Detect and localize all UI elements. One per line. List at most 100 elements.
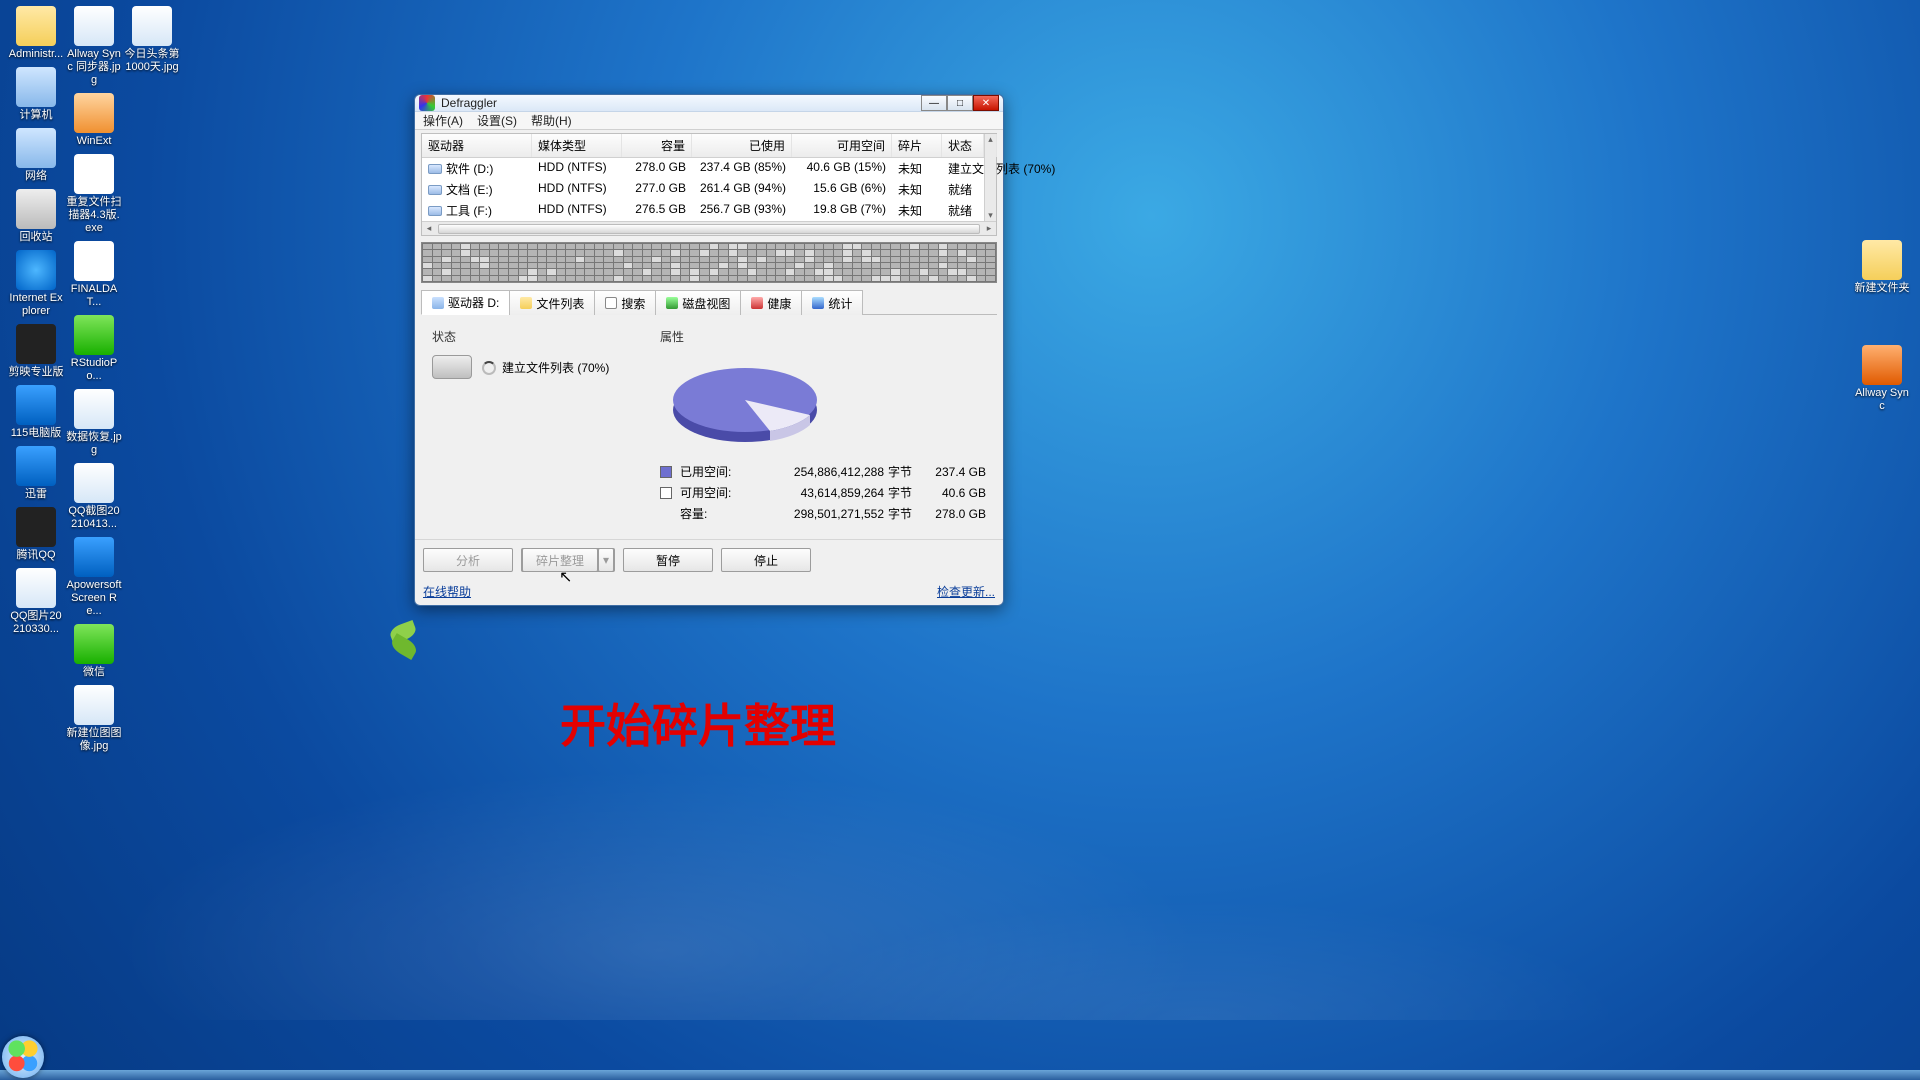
menu-settings[interactable]: 设置(S) <box>477 112 517 129</box>
status-bar: 在线帮助 检查更新... <box>415 580 1003 605</box>
desktop: Administr... 计算机网络回收站 Internet Explorer 剪映专… <box>0 0 1920 1080</box>
col-media[interactable]: 媒体类型 <box>532 134 622 157</box>
desktop-icon[interactable]: Internet Explorer <box>8 250 64 318</box>
icon-label: 网络 <box>25 170 47 183</box>
check-update-link[interactable]: 检查更新... <box>937 583 995 600</box>
desktop-icon[interactable]: Apowersoft Screen Re... <box>66 537 122 618</box>
desktop-icon[interactable]: Allway Sync 同步器.jpg <box>66 6 122 87</box>
file-icon <box>16 507 56 547</box>
minimize-button[interactable]: — <box>921 95 947 111</box>
desktop-icon[interactable]: 115电脑版 <box>8 385 64 440</box>
disk-block-map[interactable] <box>421 242 997 283</box>
tab-search[interactable]: 搜索 <box>594 290 656 315</box>
online-help-link[interactable]: 在线帮助 <box>423 583 471 600</box>
close-button[interactable]: ✕ <box>973 95 999 111</box>
file-icon <box>74 6 114 46</box>
desktop-icon[interactable]: QQ截图20210413... <box>66 463 122 531</box>
desktop-icon[interactable]: 微信 <box>66 624 122 679</box>
file-icon <box>16 324 56 364</box>
desktop-icon[interactable]: Allway Sync <box>1854 345 1910 413</box>
desktop-icon[interactable]: 数据恢复.jpg <box>66 389 122 457</box>
icon-label: QQ截图20210413... <box>66 505 122 531</box>
desktop-icon[interactable]: 新建文件夹 <box>1854 240 1910 295</box>
tab-health[interactable]: 健康 <box>740 290 802 315</box>
file-icon <box>16 6 56 46</box>
menu-action[interactable]: 操作(A) <box>423 112 463 129</box>
desktop-icon[interactable]: WinExt <box>66 93 122 148</box>
desktop-icon[interactable]: 重复文件扫描器4.3版.exe <box>66 154 122 235</box>
icon-label: 回收站 <box>20 231 53 244</box>
desktop-icon[interactable]: 新建位图图像.jpg <box>66 685 122 753</box>
capacity-gb: 278.0 GB <box>926 507 986 521</box>
maximize-button[interactable]: □ <box>947 95 973 111</box>
properties-panel: 属性 已用空间: 254,886,412,288 字节 <box>649 321 997 533</box>
vertical-scrollbar[interactable] <box>984 134 996 221</box>
drive-row[interactable]: 文档 (E:)HDD (NTFS)277.0 GB261.4 GB (94%)1… <box>422 179 996 200</box>
file-icon <box>74 624 114 664</box>
file-icon <box>1862 345 1902 385</box>
icon-label: Allway Sync 同步器.jpg <box>66 48 122 87</box>
desktop-icon[interactable]: 网络 <box>8 128 64 183</box>
col-free[interactable]: 可用空间 <box>792 134 892 157</box>
stop-button[interactable]: 停止 <box>721 548 811 572</box>
defrag-button[interactable]: 碎片整理 <box>522 548 598 572</box>
desktop-icon[interactable]: QQ图片20210330... <box>8 568 64 636</box>
desktop-icon[interactable]: 回收站 <box>8 189 64 244</box>
desktop-icon[interactable]: 剪映专业版 <box>8 324 64 379</box>
bytes-unit: 字节 <box>888 484 922 501</box>
icon-label: 微信 <box>83 666 105 679</box>
col-drive[interactable]: 驱动器 <box>422 134 532 157</box>
menu-bar: 操作(A) 设置(S) 帮助(H) <box>415 112 1003 130</box>
icon-label: 腾讯QQ <box>16 549 55 562</box>
file-icon <box>74 93 114 133</box>
icon-label: 重复文件扫描器4.3版.exe <box>66 196 122 235</box>
desktop-icon[interactable]: RStudioPo... <box>66 315 122 383</box>
icon-label: FINALDAT... <box>66 283 122 309</box>
titlebar[interactable]: Defraggler — □ ✕ <box>415 95 1003 112</box>
tab-stats[interactable]: 统计 <box>801 290 863 315</box>
icon-label: Internet Explorer <box>8 292 64 318</box>
desktop-icons-right: 新建文件夹 Allway Sync <box>1850 240 1914 413</box>
detail-panels: 状态 建立文件列表 (70%) 属性 <box>421 321 997 533</box>
icon-label: 115电脑版 <box>11 427 62 440</box>
desktop-icons-col-3: 今日头条第1000天.jpg <box>120 6 184 74</box>
desktop-icon[interactable]: 腾讯QQ <box>8 507 64 562</box>
drive-icon <box>428 206 442 216</box>
drive-row[interactable]: 工具 (F:)HDD (NTFS)276.5 GB256.7 GB (93%)1… <box>422 200 996 221</box>
used-bytes: 254,886,412,288 <box>754 465 884 479</box>
col-frag[interactable]: 碎片 <box>892 134 942 157</box>
file-icon <box>74 537 114 577</box>
file-icon <box>74 389 114 429</box>
desktop-icon[interactable]: 迅雷 <box>8 446 64 501</box>
usage-pie-chart <box>660 355 830 455</box>
analyze-button[interactable]: 分析 <box>423 548 513 572</box>
file-icon <box>16 446 56 486</box>
tab-file-list[interactable]: 文件列表 <box>509 290 595 315</box>
desktop-icon[interactable]: 计算机 <box>8 67 64 122</box>
horizontal-scrollbar[interactable] <box>422 221 996 235</box>
capacity-bytes: 298,501,271,552 <box>754 507 884 521</box>
taskbar[interactable] <box>0 1070 1920 1080</box>
free-gb: 40.6 GB <box>926 486 986 500</box>
col-status[interactable]: 状态 <box>942 134 984 157</box>
drive-row[interactable]: 软件 (D:)HDD (NTFS)278.0 GB237.4 GB (85%)4… <box>422 158 996 179</box>
defrag-dropdown-button[interactable]: ▾ <box>598 548 614 572</box>
start-button[interactable] <box>2 1036 44 1078</box>
pause-button[interactable]: 暂停 <box>623 548 713 572</box>
file-icon <box>16 67 56 107</box>
icon-label: RStudioPo... <box>66 357 122 383</box>
desktop-icon[interactable]: 今日头条第1000天.jpg <box>124 6 180 74</box>
desktop-icon[interactable]: FINALDAT... <box>66 241 122 309</box>
drive-icon <box>432 297 444 309</box>
col-capacity[interactable]: 容量 <box>622 134 692 157</box>
desktop-icon[interactable]: Administr... <box>8 6 64 61</box>
scrollbar-thumb[interactable] <box>438 224 980 234</box>
status-title: 状态 <box>432 328 628 345</box>
tab-strip: 驱动器 D: 文件列表 搜索 磁盘视图 健康 统计 <box>421 289 997 315</box>
col-used[interactable]: 已使用 <box>692 134 792 157</box>
tab-drive[interactable]: 驱动器 D: <box>421 290 510 315</box>
icon-label: 计算机 <box>20 109 53 122</box>
tab-disk-map[interactable]: 磁盘视图 <box>655 290 741 315</box>
file-icon <box>74 463 114 503</box>
menu-help[interactable]: 帮助(H) <box>531 112 572 129</box>
